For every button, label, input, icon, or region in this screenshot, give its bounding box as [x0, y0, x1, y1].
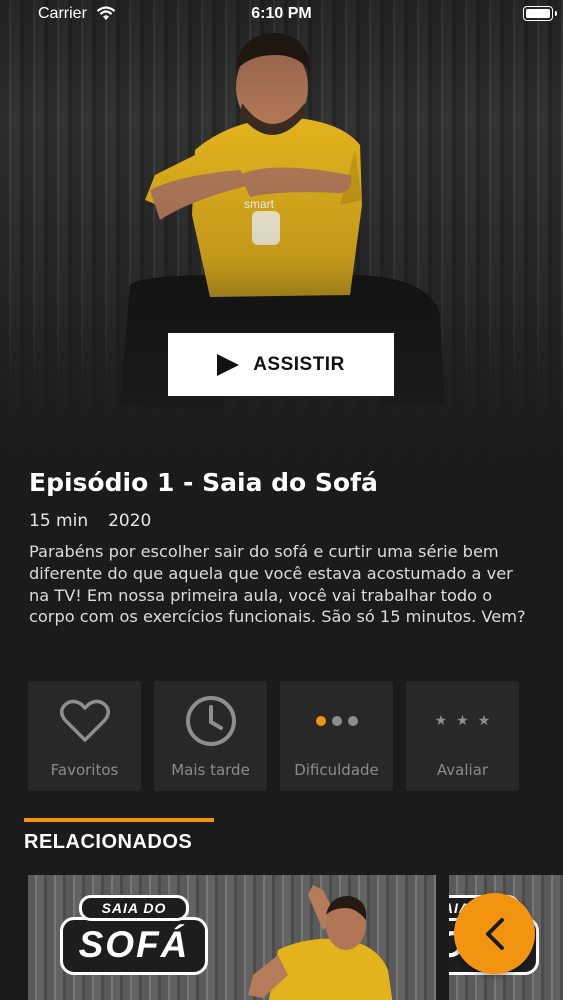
difficulty-dot [331, 716, 342, 726]
saia-do-sofa-logo: SOFÁ SAIA DO [60, 895, 208, 975]
difficulty-label: Dificuldade [294, 761, 379, 779]
stars-icon: ★ ★ ★ [435, 713, 491, 729]
watch-button[interactable]: ASSISTIR [168, 333, 394, 396]
watch-button-label: ASSISTIR [253, 353, 345, 375]
logo-top-text: SAIA DO [79, 895, 189, 921]
difficulty-dot [347, 716, 358, 726]
play-icon [217, 353, 240, 376]
favorites-button[interactable]: Favoritos [28, 681, 141, 791]
hero-image: smart [0, 0, 563, 470]
star-icon: ★ [456, 713, 469, 729]
difficulty-button[interactable]: Dificuldade [280, 681, 393, 791]
rate-button[interactable]: ★ ★ ★ Avaliar [406, 681, 519, 791]
clock-icon [185, 696, 236, 746]
episode-title: Episódio 1 - Saia do Sofá [29, 468, 378, 497]
watch-later-label: Mais tarde [171, 761, 250, 779]
heart-icon [59, 699, 110, 742]
related-title: RELACIONADOS [24, 831, 193, 853]
episode-duration: 15 min [29, 511, 89, 531]
rate-label: Avaliar [436, 761, 489, 779]
status-time: 6:10 PM [251, 5, 312, 22]
star-icon: ★ [477, 713, 491, 729]
episode-description: Parabéns por escolher sair do sofá e cur… [29, 542, 526, 627]
difficulty-dots-icon [315, 716, 358, 726]
star-icon: ★ [434, 713, 448, 729]
favorites-label: Favoritos [50, 761, 119, 779]
trainer-thumbnail [248, 885, 393, 1000]
related-underline [24, 818, 214, 822]
episode-year: 2020 [108, 511, 152, 531]
status-bar: Carrier 6:10 PM [0, 0, 563, 30]
difficulty-dot-active [315, 716, 326, 726]
battery-icon [523, 6, 557, 21]
related-card[interactable]: SOFÁ SAIA DO [28, 875, 436, 1000]
back-button[interactable] [454, 893, 535, 974]
watch-later-button[interactable]: Mais tarde [154, 681, 267, 791]
action-row: Favoritos Mais tarde Dificuldade ★ ★ ★ A… [28, 681, 528, 791]
chevron-left-icon [485, 917, 504, 950]
logo-main-text: SOFÁ [60, 917, 208, 975]
episode-meta: 15 min 2020 [29, 511, 151, 531]
